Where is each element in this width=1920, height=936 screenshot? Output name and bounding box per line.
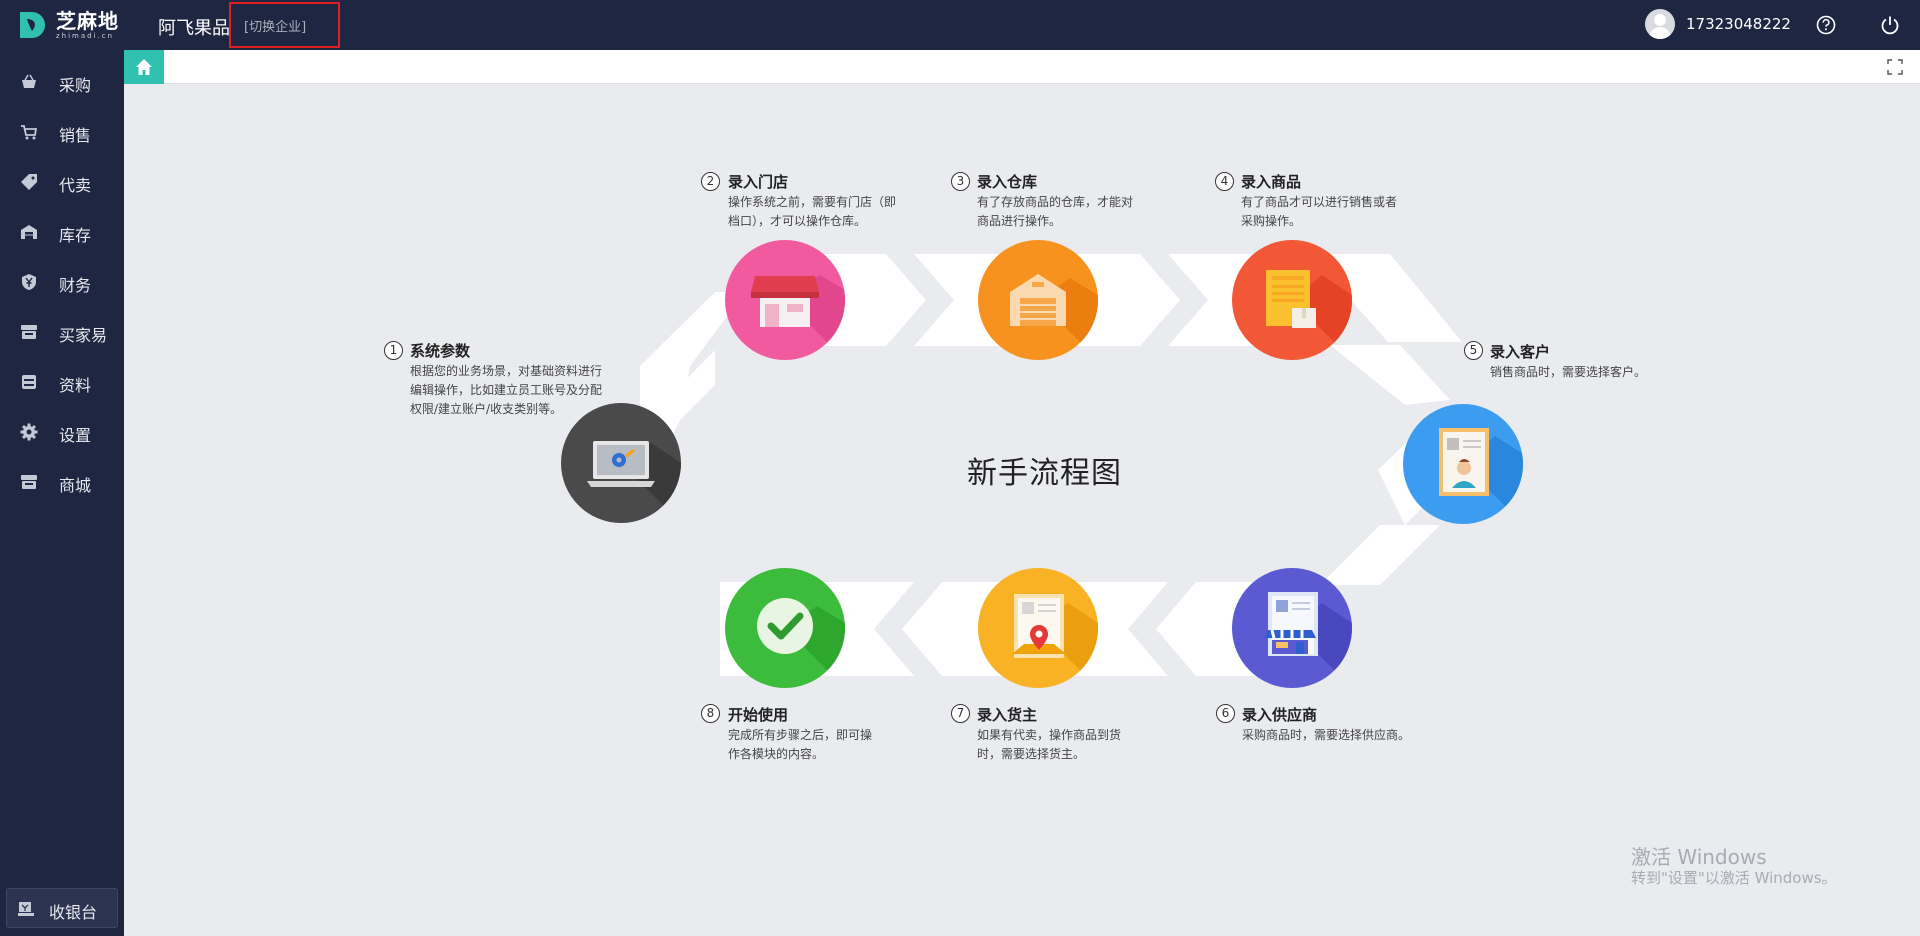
- store-icon: [21, 325, 37, 339]
- top-bar: 芝麻地 zhimadi.cn 阿飞果品 [切换企业] 17323048222: [0, 0, 1920, 50]
- step-number: 4: [1215, 172, 1234, 191]
- activation-watermark-title: 激活 Windows: [1631, 845, 1767, 869]
- sidebar-item-label: 买家易: [59, 326, 108, 345]
- sidebar-item-label: 销售: [59, 126, 92, 145]
- tag-icon: [21, 174, 37, 190]
- step-description: 操作系统之前，需要有门店（即 档口），才可以操作仓库。: [728, 195, 897, 228]
- fullscreen-icon[interactable]: [1886, 58, 1904, 76]
- sidebar-item-settings[interactable]: 设置: [0, 412, 124, 452]
- step-title: 录入供应商: [1242, 706, 1318, 724]
- step-description: 销售商品时，需要选择客户。: [1490, 365, 1647, 379]
- step-description: 采购商品时，需要选择供应商。: [1242, 728, 1411, 742]
- home-icon: [136, 59, 152, 75]
- step-description: 根据您的业务场景，对基础资料进行 编辑操作，比如建立员工账号及分配 权限/建立账户/…: [410, 364, 603, 416]
- sidebar-item-label: 代卖: [59, 176, 92, 195]
- user-phone[interactable]: 17323048222: [1686, 15, 1791, 33]
- step-start[interactable]: [725, 568, 845, 688]
- cashier-label: 收银台: [49, 903, 98, 922]
- activation-watermark-hint: 转到"设置"以激活 Windows。: [1631, 869, 1837, 887]
- company-name: 阿飞果品: [158, 18, 230, 39]
- step-description: 有了存放商品的仓库，才能对 商品进行操作。: [977, 195, 1134, 228]
- step-store[interactable]: [725, 240, 845, 360]
- tab-home[interactable]: [124, 50, 164, 84]
- shop-icon: [21, 475, 37, 489]
- checkmark-icon: [757, 598, 845, 688]
- step-description: 有了商品才可以进行销售或者 采购操作。: [1241, 195, 1398, 228]
- goods-document-icon: [1266, 270, 1352, 360]
- switch-company-link[interactable]: [切换企业]: [244, 16, 306, 35]
- sidebar-item-sales[interactable]: 销售: [0, 112, 124, 152]
- sidebar-item-label: 采购: [59, 76, 92, 95]
- step-title: 录入仓库: [977, 173, 1038, 191]
- logo-domain: zhimadi.cn: [56, 31, 115, 40]
- customer-card-icon: [1439, 428, 1523, 524]
- tab-bar: [124, 50, 1920, 84]
- basket-icon: [22, 74, 36, 88]
- gear-icon: [20, 423, 38, 441]
- yen-shield-icon: [22, 274, 36, 290]
- step-warehouse[interactable]: [978, 240, 1098, 360]
- step-number: 3: [951, 172, 970, 191]
- sidebar: 采购 销售 代卖 库存 财务 买家易 资料 设置 商城: [0, 50, 124, 936]
- supplier-shop-icon: [1264, 592, 1352, 688]
- avatar[interactable]: [1645, 9, 1675, 39]
- step-number: 8: [701, 704, 720, 723]
- storefront-icon: [751, 275, 845, 360]
- sidebar-item-finance[interactable]: 财务: [0, 262, 124, 302]
- owner-location-icon: [1012, 594, 1098, 688]
- step-number: 5: [1464, 341, 1483, 360]
- archive-icon: [22, 375, 36, 389]
- step-number: 6: [1216, 704, 1235, 723]
- sidebar-item-consignment[interactable]: 代卖: [0, 162, 124, 202]
- step-supplier[interactable]: [1232, 568, 1352, 688]
- logo-icon: [20, 12, 45, 38]
- sidebar-item-label: 财务: [59, 276, 92, 295]
- sidebar-item-buyer[interactable]: 买家易: [0, 312, 124, 352]
- cashier-button[interactable]: 收银台: [6, 888, 118, 928]
- sidebar-item-label: 商城: [59, 476, 92, 495]
- warehouse-icon: [1010, 274, 1098, 360]
- sidebar-item-label: 设置: [59, 426, 92, 445]
- cashier-icon: [18, 902, 34, 916]
- step-description: 完成所有步骤之后，即可操 作各模块的内容。: [728, 728, 873, 761]
- logo-text: 芝麻地: [56, 8, 119, 33]
- sidebar-item-data[interactable]: 资料: [0, 362, 124, 402]
- sidebar-item-label: 资料: [59, 376, 92, 395]
- sidebar-item-inventory[interactable]: 库存: [0, 212, 124, 252]
- sidebar-item-label: 库存: [59, 226, 92, 245]
- warehouse-icon: [21, 225, 37, 239]
- step-system-params[interactable]: [561, 403, 681, 523]
- step-customer[interactable]: [1403, 404, 1523, 524]
- step-title: 录入货主: [977, 706, 1038, 724]
- laptop-settings-icon: [587, 441, 681, 523]
- sidebar-item-purchase[interactable]: 采购: [0, 62, 124, 102]
- step-number: 1: [384, 341, 403, 360]
- step-goods[interactable]: [1232, 240, 1352, 360]
- step-title: 录入商品: [1241, 173, 1302, 191]
- sidebar-item-mall[interactable]: 商城: [0, 462, 124, 502]
- step-owner[interactable]: [978, 568, 1098, 688]
- step-number: 7: [951, 704, 970, 723]
- flow-title: 新手流程图: [967, 456, 1122, 491]
- cart-icon: [21, 125, 38, 140]
- step-title: 录入客户: [1490, 343, 1551, 361]
- step-title: 开始使用: [728, 706, 789, 724]
- power-icon[interactable]: [1879, 14, 1901, 36]
- step-description: 如果有代卖，操作商品到货 时，需要选择货主。: [977, 728, 1122, 761]
- step-number: 2: [701, 172, 720, 191]
- step-title: 录入门店: [728, 173, 789, 191]
- step-title: 系统参数: [410, 342, 471, 360]
- app-logo[interactable]: 芝麻地 zhimadi.cn: [18, 10, 119, 40]
- help-icon[interactable]: [1815, 14, 1837, 36]
